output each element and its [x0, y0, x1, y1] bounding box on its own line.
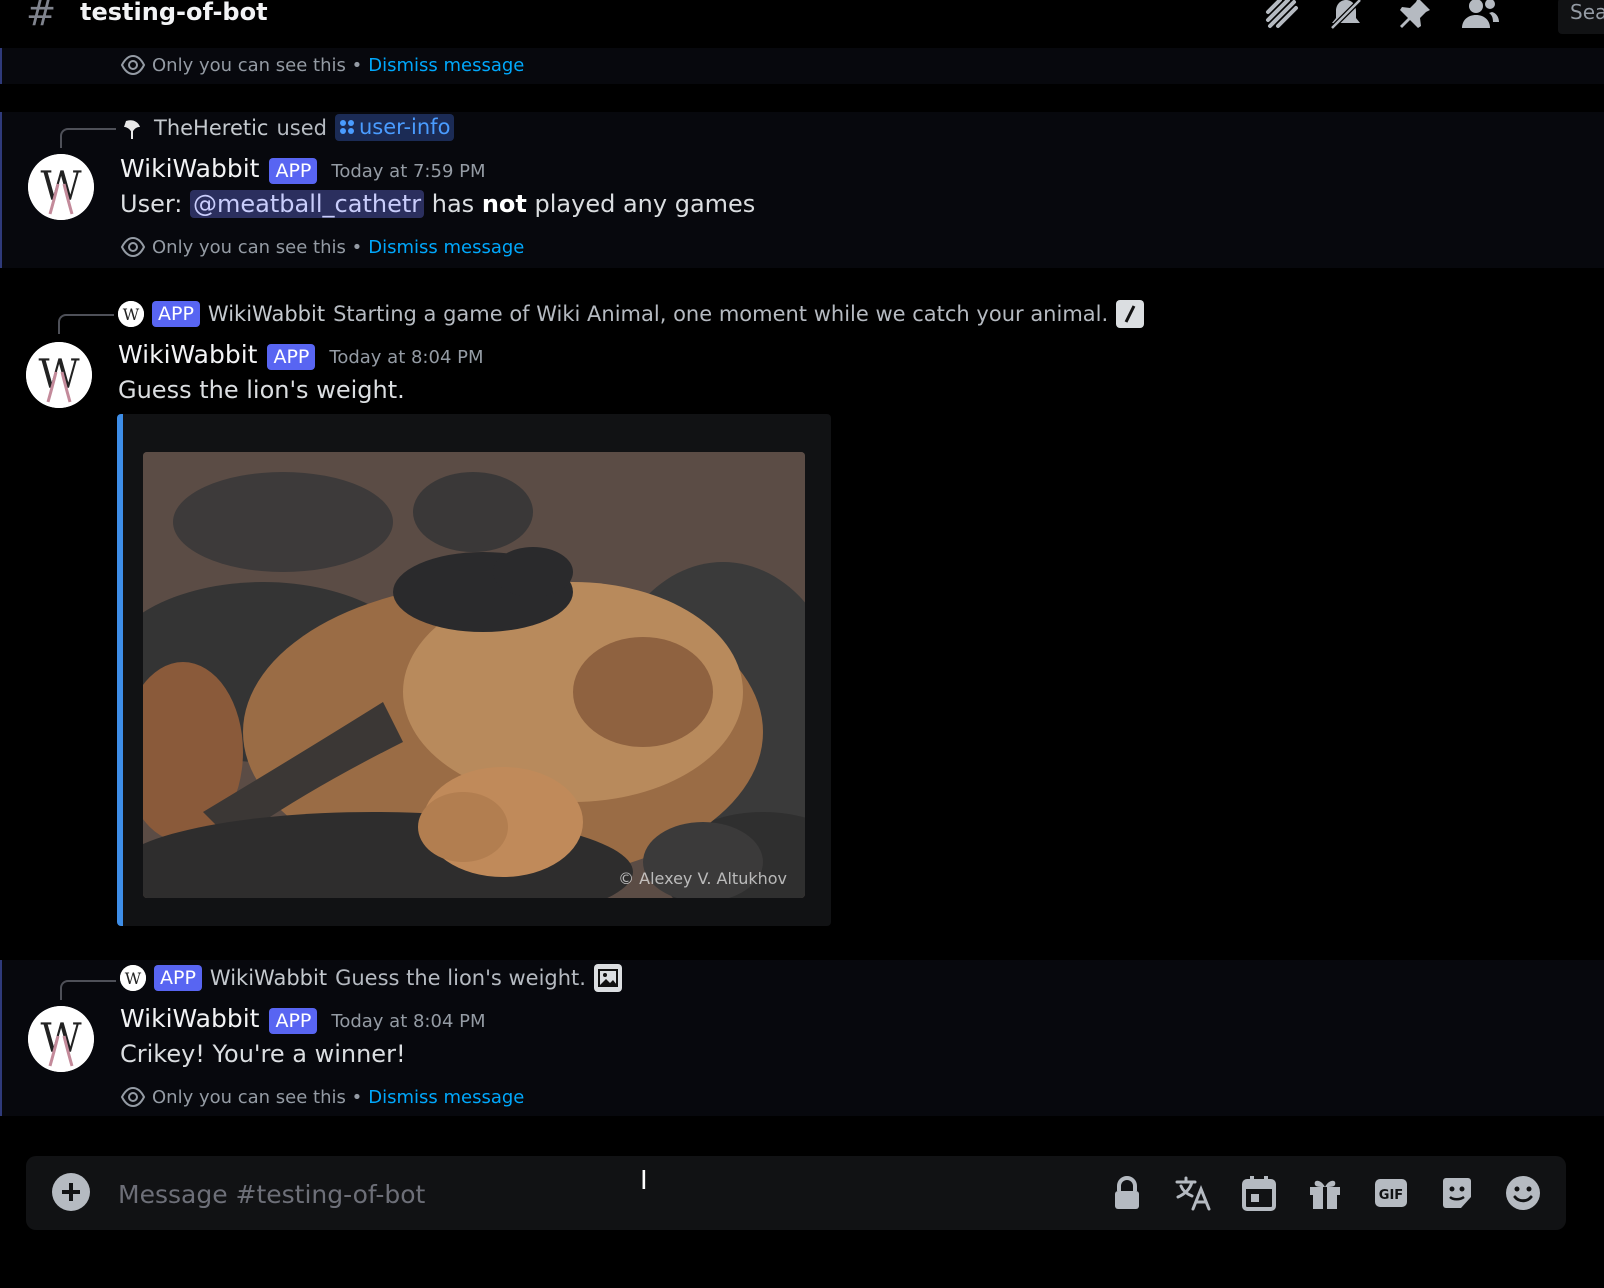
bell-muted-icon[interactable] — [1326, 0, 1366, 34]
dismiss-message-link[interactable]: Dismiss message — [368, 55, 524, 76]
reply-connector — [58, 314, 114, 334]
message-reference[interactable]: W APP WikiWabbit Guess the lion's weight… — [120, 964, 622, 992]
text-cursor-icon: I — [640, 1166, 648, 1196]
gif-icon[interactable]: GIF — [1368, 1170, 1414, 1216]
members-icon[interactable] — [1460, 0, 1500, 34]
ephemeral-note: Only you can see this • Dismiss message — [120, 1084, 524, 1110]
ephemeral-note: Only you can see this • Dismiss message — [120, 234, 524, 260]
slash-command-icon — [1116, 300, 1145, 328]
timestamp[interactable]: Today at 8:04 PM — [331, 1011, 485, 1032]
reply-connector — [60, 980, 116, 1000]
user-mention[interactable]: @meatball_cathetr — [190, 190, 425, 218]
author-name[interactable]: WikiWabbit — [120, 1004, 259, 1033]
sticker-icon[interactable] — [1434, 1170, 1480, 1216]
timestamp[interactable]: Today at 7:59 PM — [331, 161, 485, 182]
plus-circle-icon[interactable] — [52, 1173, 90, 1211]
app-badge: APP — [152, 301, 200, 327]
message-winner: W APP WikiWabbit Guess the lion's weight… — [0, 960, 1604, 1116]
svg-text:W: W — [40, 164, 81, 210]
eye-icon — [120, 234, 146, 260]
pin-icon[interactable] — [1394, 0, 1434, 34]
wikiwabbit-avatar-small: W — [120, 965, 146, 991]
message-content: Guess the lion's weight. — [118, 376, 405, 404]
app-badge: APP — [269, 158, 318, 184]
channel-header: # testing-of-bot Sea — [0, 0, 1604, 49]
timestamp[interactable]: Today at 8:04 PM — [329, 347, 483, 368]
message-content: User: @meatball_cathetr has not played a… — [120, 190, 756, 218]
svg-text:W: W — [123, 305, 140, 324]
lock-icon[interactable] — [1104, 1170, 1150, 1216]
emoji-icon[interactable] — [1500, 1170, 1546, 1216]
message-user-info: TheHeretic used user-info W WikiWabbit A… — [0, 112, 1604, 268]
dismiss-message-link[interactable]: Dismiss message — [368, 1087, 524, 1108]
search-input[interactable]: Sea — [1558, 0, 1604, 34]
message-content: Crikey! You're a winner! — [120, 1040, 406, 1068]
app-badge: APP — [267, 344, 316, 370]
channel-hash-icon: # — [26, 0, 57, 34]
channel-name: testing-of-bot — [80, 0, 268, 26]
message-embed: © Alexey V. Altukhov — [117, 414, 831, 926]
svg-text:GIF: GIF — [1379, 1188, 1403, 1203]
command-reference[interactable]: TheHeretic used user-info — [120, 114, 455, 141]
calendar-icon[interactable] — [1236, 1170, 1282, 1216]
message-header: WikiWabbit APP Today at 8:04 PM — [118, 340, 484, 370]
message-header: WikiWabbit APP Today at 7:59 PM — [120, 154, 486, 184]
svg-text:W: W — [125, 969, 142, 988]
message-input[interactable] — [116, 1170, 1080, 1218]
svg-text:W: W — [40, 1016, 81, 1062]
wikiwabbit-avatar-small: W — [118, 301, 144, 327]
image-credit: © Alexey V. Altukhov — [618, 869, 787, 888]
eye-icon — [120, 1084, 146, 1110]
reply-connector — [60, 128, 116, 148]
image-attachment-icon — [593, 964, 622, 992]
author-name[interactable]: WikiWabbit — [120, 154, 259, 183]
dismiss-message-link[interactable]: Dismiss message — [368, 237, 524, 258]
wikiwabbit-avatar[interactable]: W — [26, 342, 92, 408]
message-header: WikiWabbit APP Today at 8:04 PM — [120, 1004, 486, 1034]
previous-message-tail: Only you can see this • Dismiss message — [0, 48, 1604, 84]
user-avatar-small — [120, 115, 146, 141]
app-badge: APP — [154, 965, 202, 991]
app-badge: APP — [269, 1008, 318, 1034]
slash-command-chip[interactable]: user-info — [335, 114, 455, 141]
gift-icon[interactable] — [1302, 1170, 1348, 1216]
message-composer: GIF — [26, 1156, 1566, 1230]
eye-icon — [120, 52, 146, 78]
embed-image-sea-lions[interactable]: © Alexey V. Altukhov — [143, 452, 805, 898]
app-command-icon — [340, 120, 354, 134]
message-reference[interactable]: W APP WikiWabbit Starting a game of Wiki… — [118, 300, 1145, 328]
threads-icon[interactable] — [1262, 0, 1302, 34]
ephemeral-note: Only you can see this • Dismiss message — [120, 52, 524, 78]
wikiwabbit-avatar[interactable]: W — [28, 1006, 94, 1072]
wikiwabbit-avatar[interactable]: W — [28, 154, 94, 220]
author-name[interactable]: WikiWabbit — [118, 340, 257, 369]
translate-icon[interactable] — [1170, 1170, 1216, 1216]
svg-text:W: W — [38, 352, 79, 398]
